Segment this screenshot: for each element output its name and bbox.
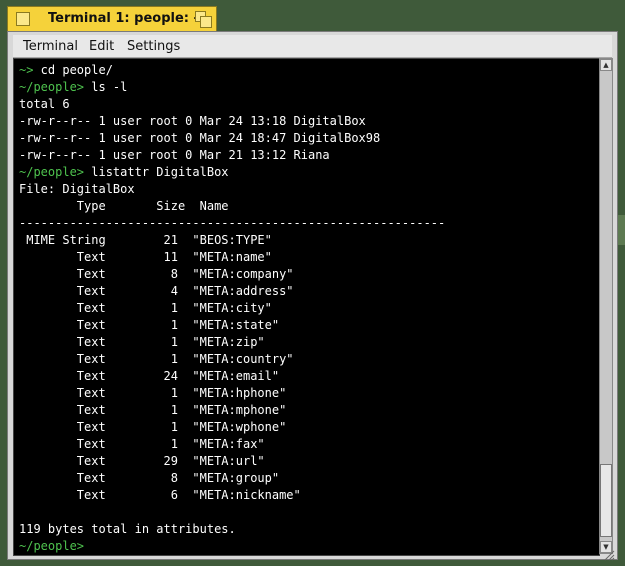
output-text: Text 4 "META:address" bbox=[19, 284, 294, 298]
terminal-line: Text 1 "META:state" bbox=[19, 317, 445, 334]
terminal-output: ~> cd people/~/people> ls -l total 6 -rw-r… bbox=[19, 62, 445, 555]
terminal-line: Text 8 "META:group" bbox=[19, 470, 445, 487]
terminal-line: -rw-r--r-- 1 user root 0 Mar 24 18:47 Di… bbox=[19, 130, 445, 147]
terminal-line: Text 1 "META:country" bbox=[19, 351, 445, 368]
terminal-line: Text 1 "META:wphone" bbox=[19, 419, 445, 436]
resize-grip-icon[interactable] bbox=[603, 546, 615, 561]
terminal-line: Type Size Name bbox=[19, 198, 445, 215]
zoom-icon[interactable] bbox=[195, 11, 212, 28]
output-text: Text 24 "META:email" bbox=[19, 369, 280, 383]
terminal-line: Text 1 "META:mphone" bbox=[19, 402, 445, 419]
terminal-line: total 6 bbox=[19, 96, 445, 113]
output-text: Text 1 "META:fax" bbox=[19, 437, 265, 451]
menu-edit[interactable]: Edit bbox=[89, 39, 114, 54]
terminal-line: -rw-r--r-- 1 user root 0 Mar 21 13:12 Ri… bbox=[19, 147, 445, 164]
terminal-line: Text 1 "META:fax" bbox=[19, 436, 445, 453]
terminal-view[interactable]: ~> cd people/~/people> ls -l total 6 -rw-r… bbox=[13, 58, 600, 556]
terminal-line: Text 1 "META:city" bbox=[19, 300, 445, 317]
terminal-line: Text 11 "META:name" bbox=[19, 249, 445, 266]
vertical-scrollbar[interactable]: ▲ ▼ bbox=[599, 58, 613, 554]
output-text: -rw-r--r-- 1 user root 0 Mar 21 13:12 Ri… bbox=[19, 148, 330, 162]
close-box-icon[interactable] bbox=[16, 12, 30, 26]
output-text: Text 1 "META:city" bbox=[19, 301, 272, 315]
output-text: ls -l bbox=[84, 80, 128, 94]
output-text: total 6 bbox=[19, 97, 70, 111]
window-title: Terminal 1: people: -- bbox=[48, 11, 205, 26]
terminal-line: ~/people> listattr DigitalBox bbox=[19, 164, 445, 181]
menu-bar: Terminal Edit Settings bbox=[13, 35, 612, 58]
output-text: Text 1 "META:hphone" bbox=[19, 386, 287, 400]
prompt-text: ~> bbox=[19, 63, 34, 77]
terminal-line: Text 1 "META:zip" bbox=[19, 334, 445, 351]
terminal-line: File: DigitalBox bbox=[19, 181, 445, 198]
output-text: 119 bytes total in attributes. bbox=[19, 522, 236, 536]
terminal-window: Terminal Edit Settings ~> cd people/~/pe… bbox=[7, 31, 618, 561]
terminal-line: 119 bytes total in attributes. bbox=[19, 521, 445, 538]
output-text: Text 6 "META:nickname" bbox=[19, 488, 301, 502]
output-text: Text 29 "META:url" bbox=[19, 454, 265, 468]
output-text: MIME String 21 "BEOS:TYPE" bbox=[19, 233, 272, 247]
terminal-line: -rw-r--r-- 1 user root 0 Mar 24 13:18 Di… bbox=[19, 113, 445, 130]
terminal-line: ~/people> bbox=[19, 538, 445, 555]
terminal-line: ~/people> ls -l bbox=[19, 79, 445, 96]
prompt-text: ~/people> bbox=[19, 80, 85, 94]
output-text: listattr DigitalBox bbox=[84, 165, 229, 179]
output-text: Text 1 "META:state" bbox=[19, 318, 280, 332]
menu-settings[interactable]: Settings bbox=[127, 39, 180, 54]
output-text: Type Size Name bbox=[19, 199, 229, 213]
terminal-line: Text 8 "META:company" bbox=[19, 266, 445, 283]
output-text: -rw-r--r-- 1 user root 0 Mar 24 13:18 Di… bbox=[19, 114, 366, 128]
output-text: -rw-r--r-- 1 user root 0 Mar 24 18:47 Di… bbox=[19, 131, 381, 145]
terminal-line: ----------------------------------------… bbox=[19, 215, 445, 232]
menu-terminal[interactable]: Terminal bbox=[23, 39, 78, 54]
zoom-icon-front bbox=[200, 16, 212, 28]
prompt-text: ~/people> bbox=[19, 539, 85, 553]
output-text: Text 1 "META:wphone" bbox=[19, 420, 287, 434]
terminal-line: Text 24 "META:email" bbox=[19, 368, 445, 385]
output-text: Text 11 "META:name" bbox=[19, 250, 272, 264]
output-text: Text 8 "META:company" bbox=[19, 267, 294, 281]
scrollbar-thumb[interactable] bbox=[600, 464, 612, 537]
output-text: Text 1 "META:mphone" bbox=[19, 403, 287, 417]
output-text: Text 8 "META:group" bbox=[19, 471, 280, 485]
terminal-line: Text 6 "META:nickname" bbox=[19, 487, 445, 504]
terminal-line: Text 1 "META:hphone" bbox=[19, 385, 445, 402]
terminal-line: Text 29 "META:url" bbox=[19, 453, 445, 470]
prompt-text: ~/people> bbox=[19, 165, 85, 179]
window-tab[interactable]: Terminal 1: people: -- bbox=[7, 6, 217, 32]
arrow-up-icon[interactable]: ▲ bbox=[600, 59, 612, 71]
output-text: Text 1 "META:country" bbox=[19, 352, 294, 366]
output-text: ----------------------------------------… bbox=[19, 216, 446, 230]
output-text: Text 1 "META:zip" bbox=[19, 335, 265, 349]
output-text: File: DigitalBox bbox=[19, 182, 135, 196]
terminal-line: ~> cd people/ bbox=[19, 62, 445, 79]
output-text: cd people/ bbox=[33, 63, 113, 77]
terminal-line: Text 4 "META:address" bbox=[19, 283, 445, 300]
terminal-line: MIME String 21 "BEOS:TYPE" bbox=[19, 232, 445, 249]
